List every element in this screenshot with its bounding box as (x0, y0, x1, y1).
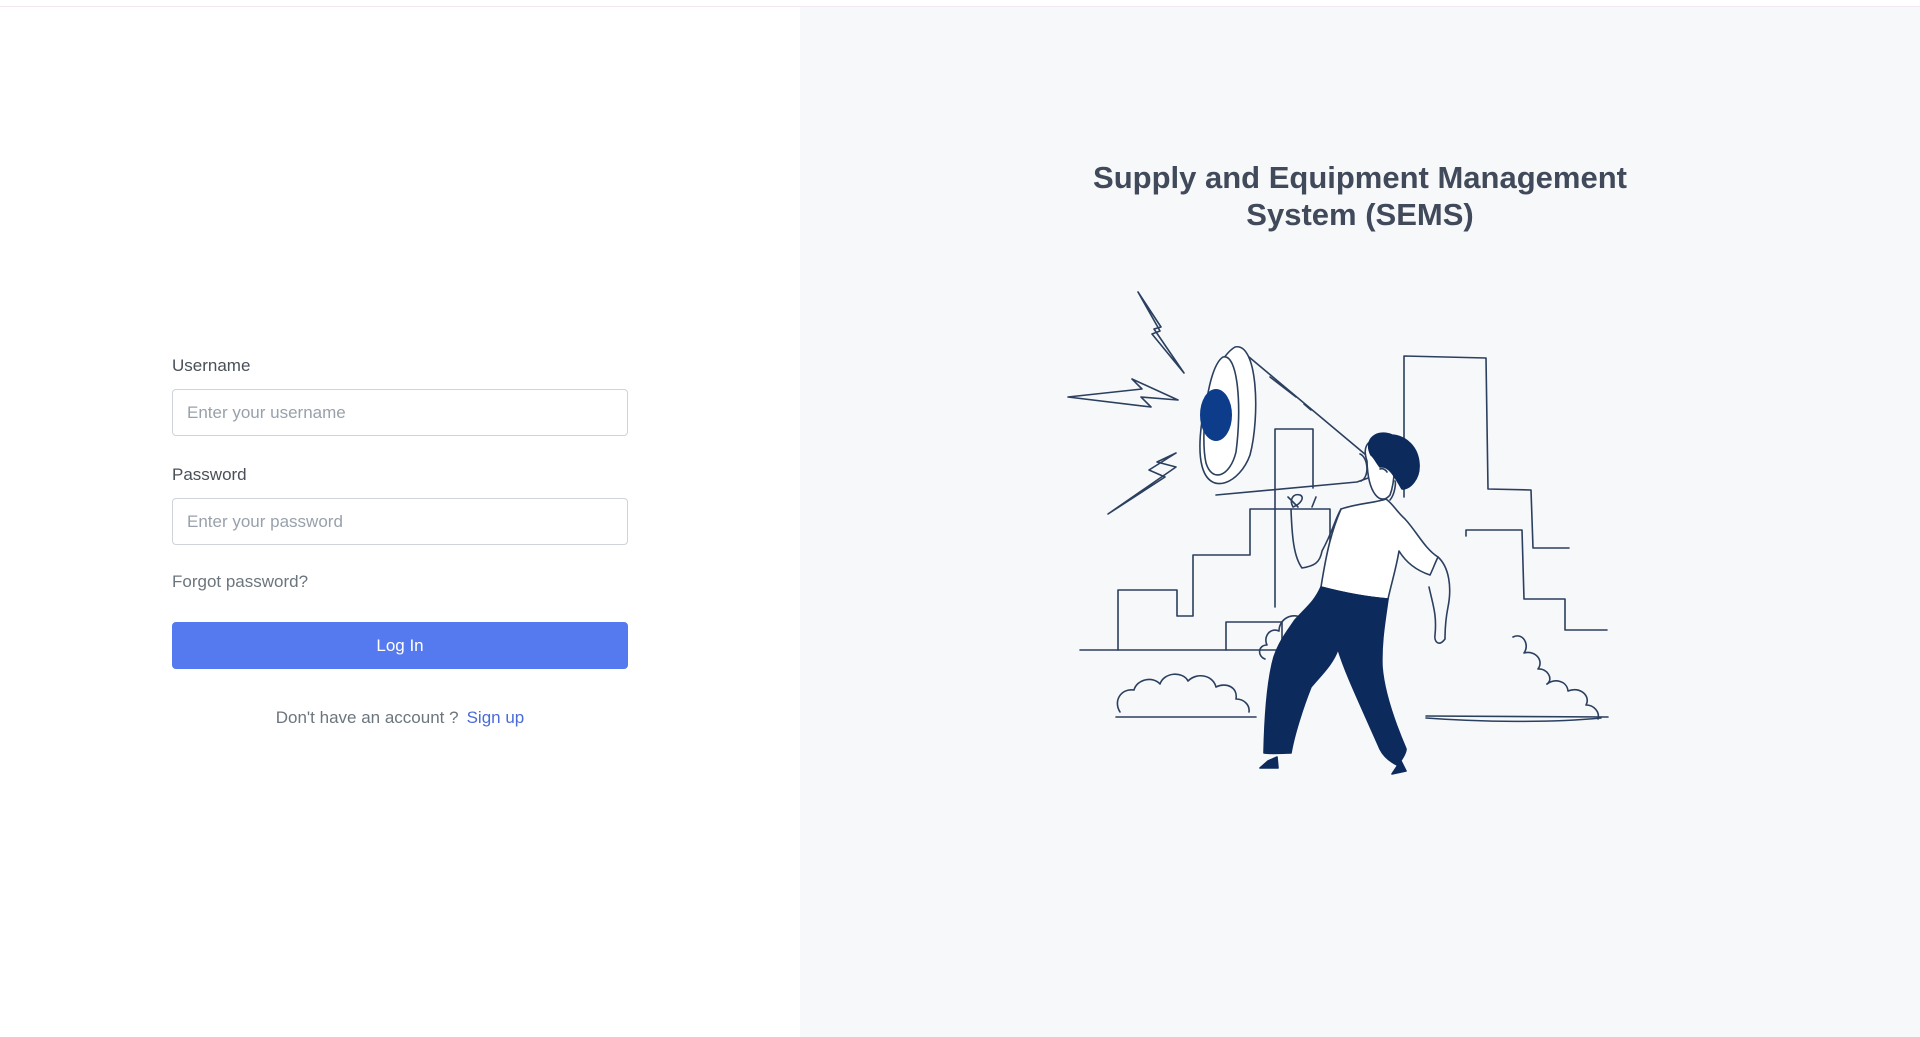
signup-link[interactable]: Sign up (467, 708, 525, 727)
lightning-bolts-icon (1067, 291, 1185, 515)
password-label: Password (172, 465, 247, 484)
app-title-line-1: Supply and Equipment Management (1093, 160, 1627, 195)
person-icon (1259, 432, 1451, 775)
megaphone-icon (1199, 346, 1373, 508)
person-with-megaphone-icon (1067, 291, 1609, 775)
username-input[interactable] (172, 389, 628, 436)
app-title: Supply and Equipment Management System (… (1050, 159, 1670, 233)
signup-row: Don't have an account ? Sign up (172, 707, 628, 729)
login-form: Username Password Forgot password? Log I… (172, 355, 628, 729)
ground-line-icon (1115, 715, 1609, 723)
app-title-line-2: System (SEMS) (1246, 197, 1474, 232)
login-button[interactable]: Log In (172, 622, 628, 669)
top-strip (0, 0, 1920, 7)
signup-prompt: Don't have an account ? (275, 708, 459, 727)
brand-pane: Supply and Equipment Management System (… (800, 7, 1920, 1037)
forgot-password-link[interactable]: Forgot password? (172, 571, 628, 593)
username-label: Username (172, 356, 251, 375)
password-input[interactable] (172, 498, 628, 545)
login-pane: Username Password Forgot password? Log I… (0, 7, 800, 1037)
